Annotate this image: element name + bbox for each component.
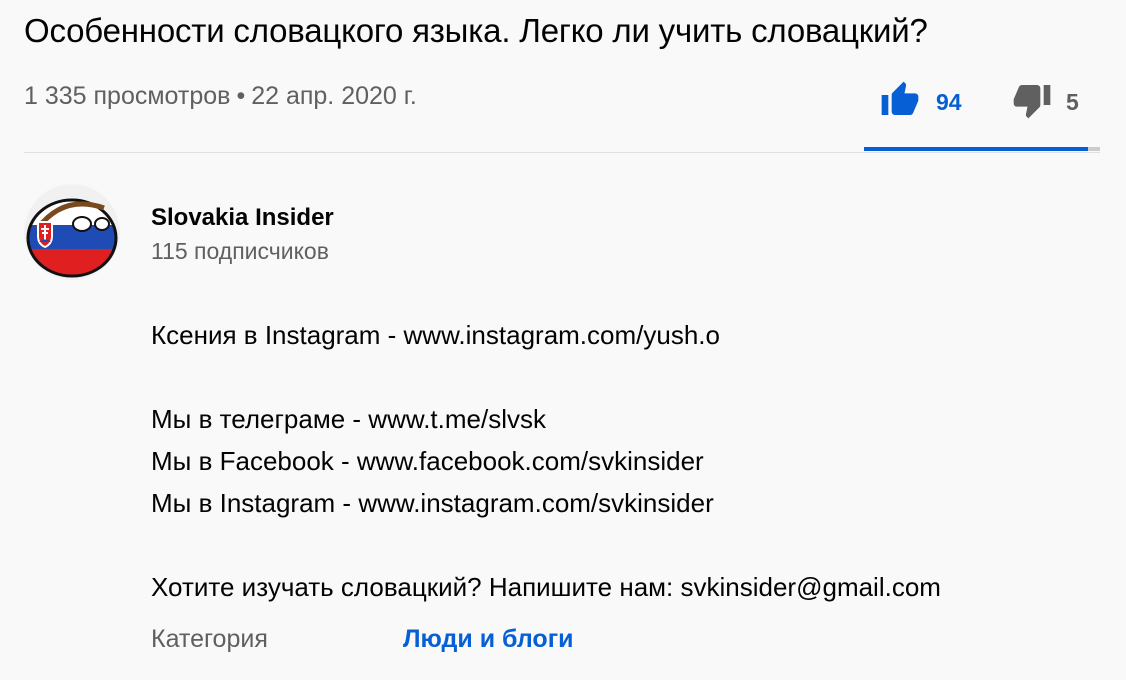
- sentiment-bar: [864, 147, 1100, 151]
- like-button[interactable]: 94: [880, 80, 962, 125]
- channel-name[interactable]: Slovakia Insider: [151, 204, 334, 232]
- video-title: Особенности словацкого языка. Легко ли у…: [24, 12, 928, 49]
- description-line: Ксения в Instagram - www.instagram.com/y…: [151, 320, 720, 350]
- description-line: Мы в Facebook - www.facebook.com/svkinsi…: [151, 446, 704, 476]
- category-link[interactable]: Люди и блоги: [403, 625, 573, 654]
- publish-date: 22 апр. 2020 г.: [251, 82, 417, 110]
- channel-avatar[interactable]: [24, 184, 120, 280]
- dislike-count: 5: [1066, 89, 1079, 115]
- description-line: Мы в Instagram - www.instagram.com/svkin…: [151, 488, 714, 518]
- description-line: Мы в телеграме - www.t.me/slvsk: [151, 404, 546, 434]
- category-label: Категория: [151, 625, 268, 653]
- description-line: [151, 356, 941, 398]
- thumb-down-icon: [1012, 80, 1052, 125]
- video-info-page: Особенности словацкого языка. Легко ли у…: [0, 0, 1126, 680]
- meta-separator: •: [236, 82, 246, 110]
- thumb-up-icon: [880, 80, 920, 125]
- description-line: Хотите изучать словацкий? Напишите нам: …: [151, 572, 941, 602]
- view-count: 1 335 просмотров: [24, 82, 231, 110]
- like-count: 94: [936, 89, 962, 115]
- description-line: [151, 524, 941, 566]
- video-meta: 1 335 просмотров • 22 апр. 2020 г.: [24, 82, 417, 111]
- subscriber-count: 115 подписчиков: [151, 238, 329, 264]
- video-description: Ксения в Instagram - www.instagram.com/y…: [151, 314, 941, 608]
- sentiment-bar-fill: [864, 147, 1089, 151]
- section-divider: [24, 152, 1100, 153]
- rating-bar: 94 5: [864, 78, 1100, 152]
- dislike-button[interactable]: 5: [1012, 80, 1079, 125]
